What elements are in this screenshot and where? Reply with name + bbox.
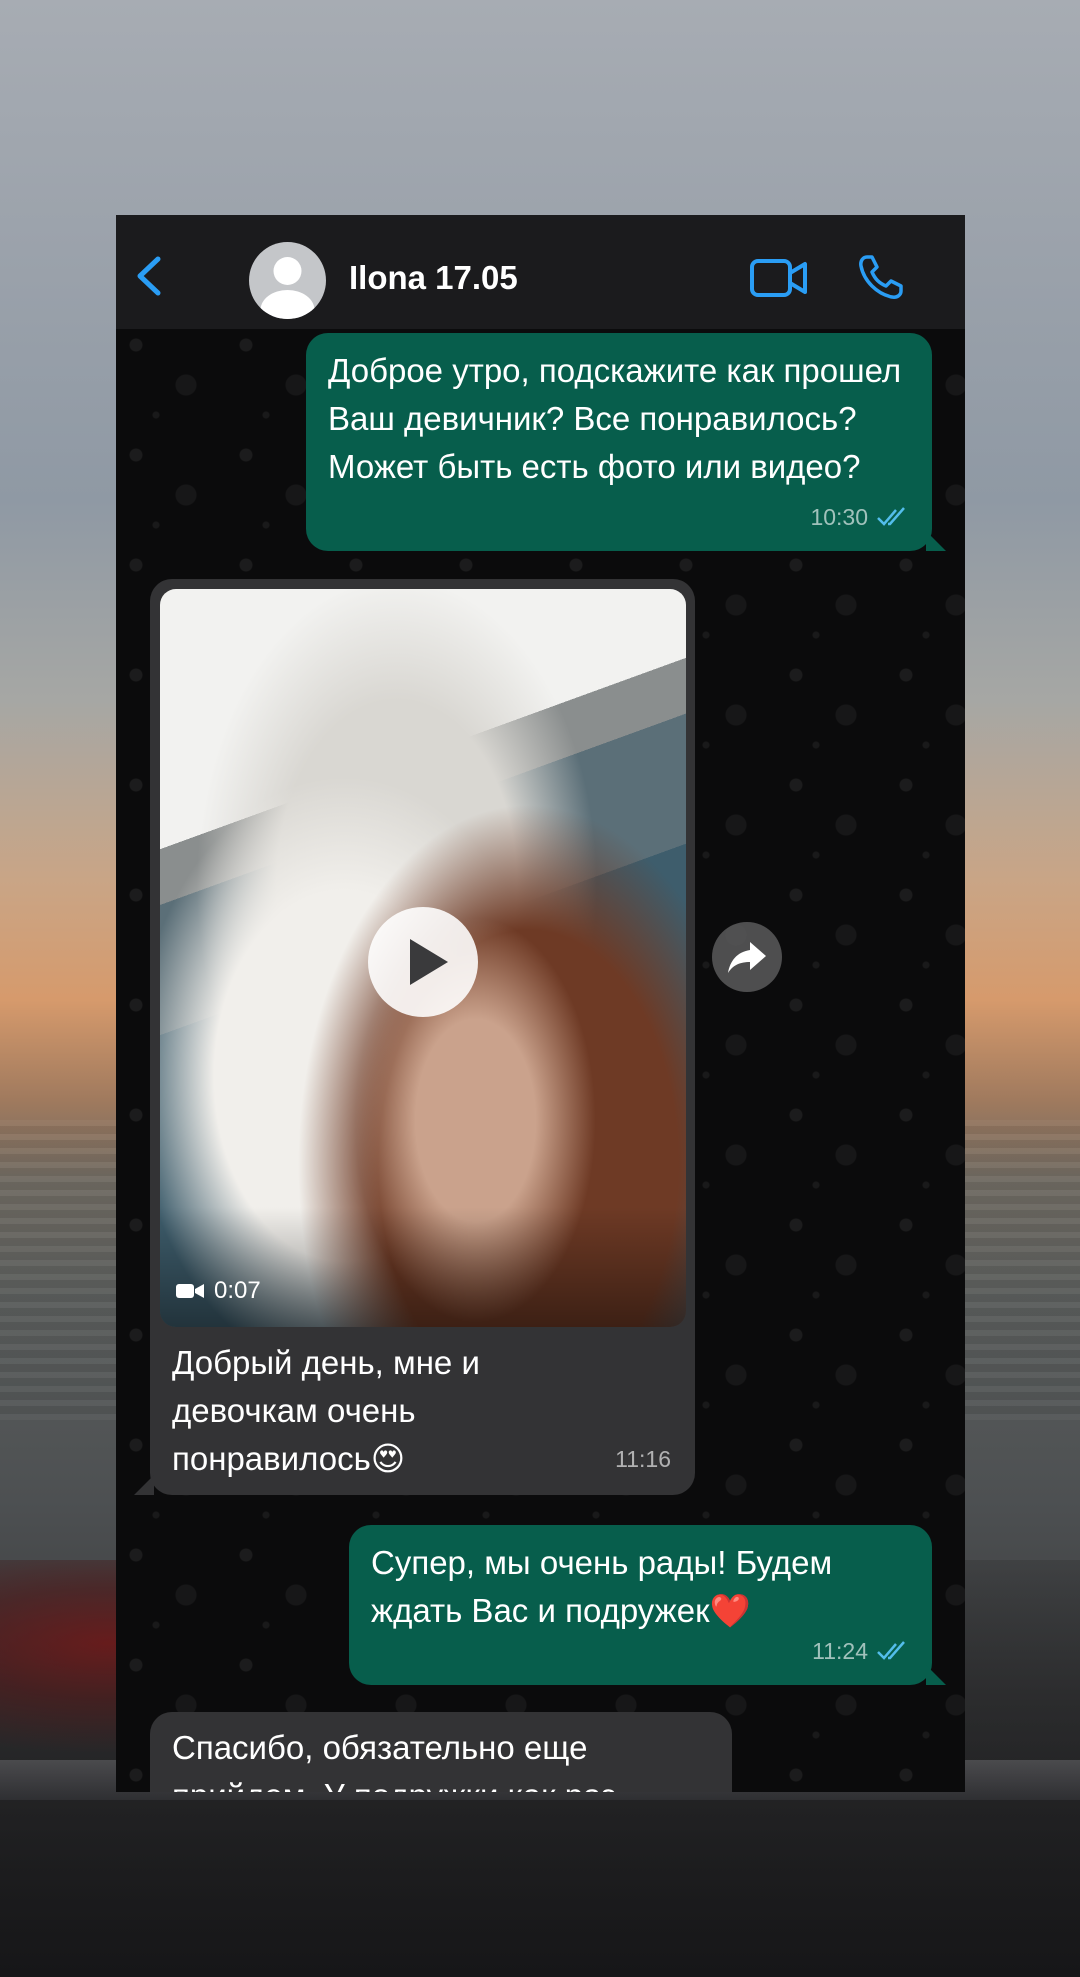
bubble-tail xyxy=(926,531,946,551)
chat-screen: Ilona 17.05 Доброе утро, подскажите как … xyxy=(116,215,965,1792)
double-check-icon xyxy=(877,1641,905,1660)
avatar[interactable] xyxy=(249,242,326,319)
play-button[interactable] xyxy=(368,907,478,1017)
contact-name[interactable]: Ilona 17.05 xyxy=(349,259,518,297)
voice-call-button[interactable] xyxy=(857,253,905,301)
message-meta: 11:24 xyxy=(812,1627,910,1675)
bubble-tail xyxy=(134,1475,154,1495)
message-incoming[interactable]: Спасибо, обязательно еще прийдем. У подр… xyxy=(150,1712,732,1792)
message-meta: 10:30 xyxy=(810,493,910,541)
message-time: 11:16 xyxy=(615,1446,671,1472)
phone-icon xyxy=(859,255,903,299)
bubble-tail xyxy=(926,1665,946,1685)
video-thumbnail[interactable]: 0:07 xyxy=(160,589,686,1327)
message-text: Спасибо, обязательно еще прийдем. У подр… xyxy=(172,1729,616,1792)
message-outgoing[interactable]: Доброе утро, подскажите как прошел Ваш д… xyxy=(306,333,932,551)
message-meta: 11:16 xyxy=(615,1435,671,1483)
video-call-button[interactable] xyxy=(750,257,808,299)
message-text: Доброе утро, подскажите как прошел Ваш д… xyxy=(328,352,902,485)
video-camera-icon xyxy=(750,259,807,297)
message-time: 10:30 xyxy=(810,504,868,530)
chevron-left-icon xyxy=(137,256,161,296)
play-icon xyxy=(410,939,448,985)
video-caption: Добрый день, мне и девочкам очень понрав… xyxy=(172,1344,480,1477)
forward-button[interactable] xyxy=(712,922,782,992)
back-button[interactable] xyxy=(134,255,164,297)
double-check-icon xyxy=(877,507,905,526)
video-duration: 0:07 xyxy=(176,1267,261,1315)
chat-header: Ilona 17.05 xyxy=(116,215,965,329)
video-duration-text: 0:07 xyxy=(214,1277,261,1304)
default-avatar-icon xyxy=(260,257,315,319)
message-text: Супер, мы очень рады! Будем ждать Вас и … xyxy=(371,1544,833,1629)
forward-share-icon xyxy=(728,942,766,973)
message-outgoing[interactable]: Супер, мы очень рады! Будем ждать Вас и … xyxy=(349,1525,932,1685)
message-time: 11:24 xyxy=(812,1638,868,1664)
message-incoming-video[interactable]: 0:07 Добрый день, мне и девочкам очень п… xyxy=(150,579,695,1495)
video-camera-icon xyxy=(176,1284,204,1298)
